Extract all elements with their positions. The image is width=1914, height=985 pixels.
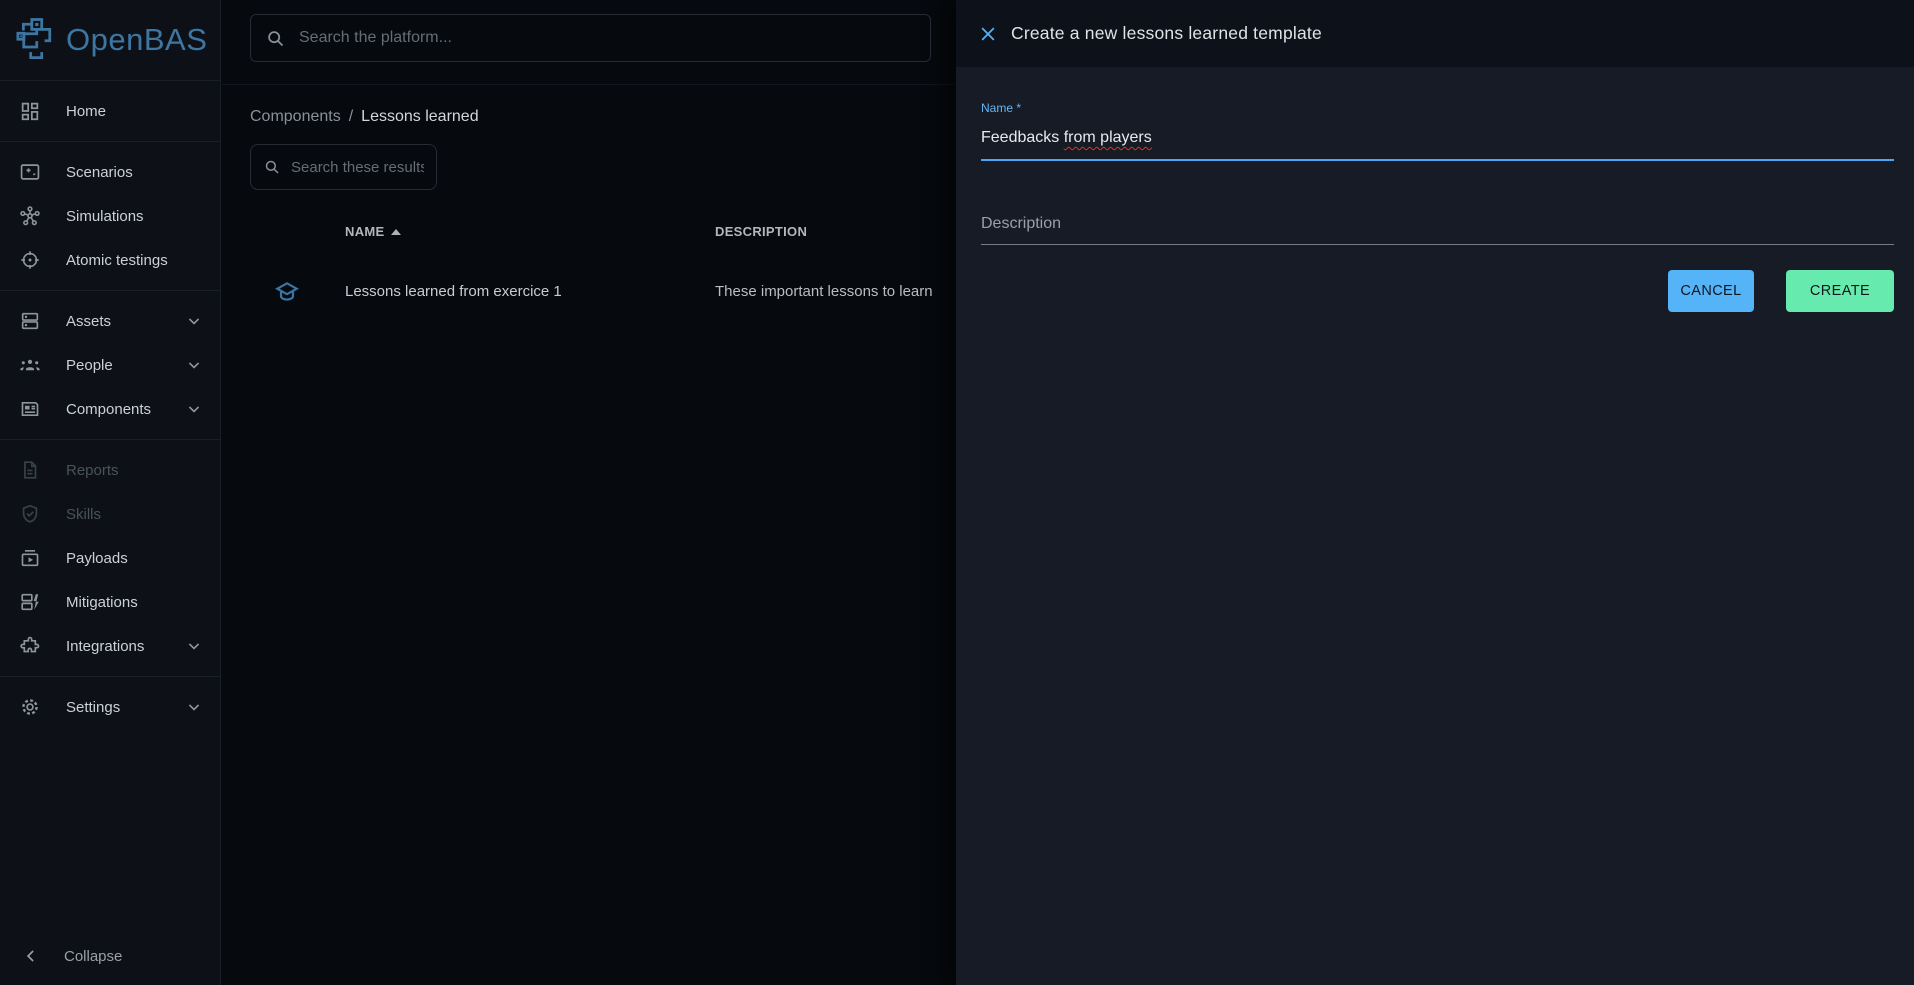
sidebar-item-label: Integrations: [66, 638, 144, 655]
sidebar-item-label: People: [66, 357, 113, 374]
gear-icon: [19, 696, 41, 718]
results-search-box[interactable]: [250, 144, 437, 190]
sidebar-item-label: Reports: [66, 462, 119, 479]
app-logo-text: OpenBAS: [66, 22, 207, 58]
description-input-underline: [981, 244, 1894, 245]
drawer-header: Create a new lessons learned template: [956, 0, 1914, 67]
chevron-down-icon[interactable]: [184, 697, 204, 717]
name-value-spellchecked-text: from players: [1064, 129, 1152, 146]
breadcrumb-separator: /: [349, 108, 353, 126]
dashboard-icon: [19, 100, 41, 122]
sidebar-item-settings[interactable]: Settings: [0, 685, 220, 729]
sidebar-item-label: Atomic testings: [66, 252, 168, 269]
sidebar-item-mitigations[interactable]: Mitigations: [0, 580, 220, 624]
description-input[interactable]: Description: [981, 215, 1894, 244]
newspaper-icon: [19, 398, 41, 420]
sidebar-item-label: Skills: [66, 506, 101, 523]
sort-asc-icon: [391, 229, 401, 235]
puzzle-icon: [19, 635, 41, 657]
hub-icon: [19, 205, 41, 227]
sidebar-item-integrations[interactable]: Integrations: [0, 624, 220, 668]
sidebar-item-simulations[interactable]: Simulations: [0, 194, 220, 238]
dynamic-form-icon: [19, 591, 41, 613]
sidebar-item-scenarios[interactable]: Scenarios: [0, 150, 220, 194]
chevron-down-icon[interactable]: [184, 399, 204, 419]
breadcrumb: Components / Lessons learned: [250, 108, 479, 126]
column-header-description[interactable]: DESCRIPTION: [715, 224, 807, 239]
sidebar-item-label: Scenarios: [66, 164, 133, 181]
sidebar-item-payloads[interactable]: Payloads: [0, 536, 220, 580]
sidebar-item-reports: Reports: [0, 448, 220, 492]
sidebar-item-label: Home: [66, 103, 106, 120]
sidebar-item-assets[interactable]: Assets: [0, 299, 220, 343]
chevron-left-icon: [21, 946, 41, 966]
column-header-description-label: DESCRIPTION: [715, 224, 807, 239]
sidebar-item-label: Components: [66, 401, 151, 418]
chevron-down-icon[interactable]: [184, 636, 204, 656]
sidebar-item-skills: Skills: [0, 492, 220, 536]
description-field-label: Description: [981, 215, 1061, 232]
create-button[interactable]: CREATE: [1786, 270, 1894, 312]
openbas-logo-icon: [12, 16, 56, 64]
cancel-button[interactable]: CANCEL: [1668, 270, 1754, 312]
name-field-label: Name *: [981, 101, 1021, 115]
sidebar-item-home[interactable]: Home: [0, 89, 220, 133]
sidebar-item-label: Mitigations: [66, 594, 138, 611]
close-icon[interactable]: [978, 24, 998, 44]
topbar-divider: [222, 84, 957, 85]
sidebar-collapse-button[interactable]: Collapse: [0, 934, 220, 978]
sidebar-item-label: Settings: [66, 699, 120, 716]
drawer-title: Create a new lessons learned template: [1011, 23, 1322, 44]
sidebar-item-components[interactable]: Components: [0, 387, 220, 431]
name-input[interactable]: Feedbacks from players: [981, 129, 1894, 159]
dns-icon: [19, 310, 41, 332]
breadcrumb-components-link[interactable]: Components: [250, 108, 341, 126]
school-icon: [274, 279, 300, 305]
chevron-down-icon[interactable]: [184, 355, 204, 375]
groups-icon: [19, 354, 41, 376]
create-template-drawer: Create a new lessons learned template Na…: [956, 0, 1914, 985]
description-icon: [19, 459, 41, 481]
platform-search-box[interactable]: [250, 14, 931, 62]
sidebar: OpenBAS Home Scenarios: [0, 0, 221, 985]
search-icon: [265, 28, 286, 49]
subscriptions-icon: [19, 547, 41, 569]
chevron-down-icon[interactable]: [184, 311, 204, 331]
row-description: These important lessons to learn: [715, 283, 933, 300]
movie-icon: [19, 161, 41, 183]
sidebar-item-label: Payloads: [66, 550, 128, 567]
app-logo[interactable]: OpenBAS: [0, 0, 220, 81]
drawer-actions: CANCEL CREATE: [981, 270, 1894, 312]
drawer-body: Name * Feedbacks from players Descriptio…: [956, 67, 1914, 985]
sidebar-item-atomic-testings[interactable]: Atomic testings: [0, 238, 220, 282]
target-icon: [19, 249, 41, 271]
sidebar-item-people[interactable]: People: [0, 343, 220, 387]
column-header-name[interactable]: NAME: [345, 224, 401, 239]
shield-check-icon: [19, 503, 41, 525]
name-value-text: Feedbacks: [981, 129, 1064, 146]
collapse-label: Collapse: [64, 948, 122, 965]
search-icon: [263, 158, 281, 176]
column-header-name-label: NAME: [345, 224, 384, 239]
breadcrumb-current: Lessons learned: [361, 108, 478, 126]
name-input-underline: [981, 159, 1894, 161]
sidebar-item-label: Assets: [66, 313, 111, 330]
platform-search-input[interactable]: [299, 29, 916, 47]
row-name: Lessons learned from exercice 1: [345, 283, 562, 300]
results-search-input[interactable]: [291, 159, 424, 176]
sidebar-item-label: Simulations: [66, 208, 144, 225]
